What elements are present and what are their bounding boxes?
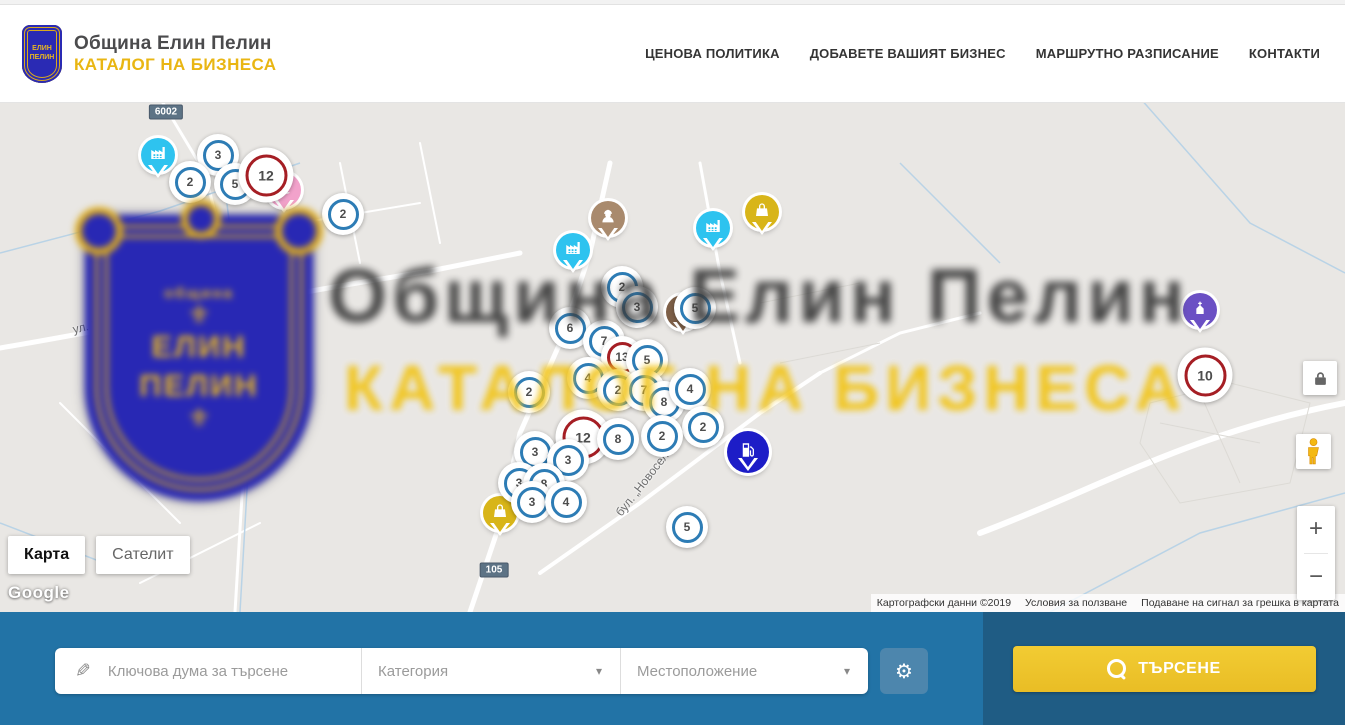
nav-item[interactable]: КОНТАКТИ [1249,46,1320,61]
cluster-count: 5 [680,293,711,324]
pegman-icon [1306,438,1321,465]
bag-icon [754,202,770,223]
map-cluster-marker[interactable]: 4 [669,368,711,410]
map-type-satellite-button[interactable]: Сателит [96,536,189,574]
chevron-down-icon: ▾ [596,664,602,678]
chevron-down-icon: ▾ [844,664,850,678]
bag-pin[interactable] [745,195,779,229]
cluster-count: 2 [328,199,359,230]
map-cluster-marker[interactable]: 2 [682,406,724,448]
magnifier-icon [1107,659,1126,678]
keyword-field: ✎ [55,648,361,694]
brand-text: Община Елин Пелин КАТАЛОГ НА БИЗНЕСА [74,33,276,74]
lock-icon [1314,371,1327,386]
cluster-count: 2 [647,421,678,452]
zoom-out-button[interactable]: − [1297,554,1335,601]
factory-icon [704,217,722,240]
nav-item[interactable]: ЦЕНОВА ПОЛИТИКА [645,46,780,61]
nav-item[interactable]: МАРШРУТНО РАЗПИСАНИЕ [1036,46,1219,61]
cluster-count: 2 [688,412,719,443]
brand[interactable]: ЕЛИН ПЕЛИН Община Елин Пелин КАТАЛОГ НА … [22,25,276,83]
pegman-control[interactable] [1296,434,1331,469]
map-data-notice: Картографски данни ©2019 [877,597,1011,609]
search-bar: ТЪРСЕНЕ ✎ Категория ▾ Местоположение ▾ ⚙ [0,612,1345,725]
search-button[interactable]: ТЪРСЕНЕ [1013,646,1316,692]
worker-icon [599,207,617,230]
municipality-logo: ЕЛИН ПЕЛИН [22,25,62,83]
map-cluster-marker[interactable]: 2 [508,371,550,413]
map-type-control: Карта Сателит [8,536,190,574]
cluster-count: 12 [245,154,287,196]
search-fields: ✎ Категория ▾ Местоположение ▾ [55,648,868,694]
map-cluster-marker[interactable]: 2 [169,161,211,203]
cluster-count: 8 [603,424,634,455]
cluster-count: 4 [675,374,706,405]
map-cluster-marker[interactable]: 5 [674,287,716,329]
map-cluster-marker[interactable]: 10 [1178,348,1233,403]
fuel-icon [739,441,757,464]
worker-pin[interactable] [591,201,625,235]
map-cluster-marker[interactable]: 2 [322,193,364,235]
cluster-count: 10 [1184,354,1226,396]
map-cluster-marker[interactable]: 8 [597,418,639,460]
fuel-pin[interactable] [727,431,769,473]
map-cluster-marker[interactable]: 5 [666,506,708,548]
church-pin[interactable] [1183,293,1217,327]
church-icon [1192,300,1208,321]
cluster-count: 4 [551,487,582,518]
map-cluster-marker[interactable]: 4 [545,481,587,523]
bag-icon [492,503,508,524]
site-subtitle: КАТАЛОГ НА БИЗНЕСА [74,55,276,75]
factory-pin[interactable] [696,211,730,245]
factory-pin[interactable] [141,138,175,172]
cluster-count: 5 [672,512,703,543]
logo-line1: ЕЛИН [32,45,52,53]
fullscreen-lock-button[interactable] [1303,361,1337,395]
road-number-badge: 6002 [149,105,183,120]
factory-pin[interactable] [556,233,590,267]
cluster-count: 6 [555,313,586,344]
category-label: Категория [378,663,448,680]
gear-icon: ⚙ [895,659,913,684]
logo-line2: ПЕЛИН [30,54,55,62]
google-logo[interactable]: Google [8,583,70,603]
map-type-map-button[interactable]: Карта [8,536,85,574]
map-cluster-marker[interactable]: 12 [239,148,294,203]
search-button-label: ТЪРСЕНЕ [1138,660,1221,678]
zoom-control: + − [1297,506,1335,600]
site-title: Община Елин Пелин [74,33,276,55]
zoom-in-button[interactable]: + [1297,506,1335,553]
road-number-badge: 105 [480,563,509,578]
nav-item[interactable]: ДОБАВЕТЕ ВАШИЯТ БИЗНЕС [810,46,1006,61]
advanced-settings-button[interactable]: ⚙ [880,648,928,694]
keyword-input[interactable] [106,662,340,681]
header: ЕЛИН ПЕЛИН Община Елин Пелин КАТАЛОГ НА … [0,5,1345,103]
factory-icon [149,144,167,167]
attribution-link[interactable]: Условия за ползване [1025,597,1127,609]
cluster-count: 2 [175,167,206,198]
map-canvas[interactable]: ул. Преславбул. „Новоселци“6002105 32512… [0,103,1345,612]
cluster-count: 2 [514,377,545,408]
map-attribution: Картографски данни ©2019 Условия за ползв… [871,594,1345,612]
map-cluster-marker[interactable]: 3 [616,286,658,328]
location-label: Местоположение [637,663,757,680]
cluster-count: 3 [517,487,548,518]
map-cluster-marker[interactable]: 2 [641,415,683,457]
cluster-count: 3 [622,292,653,323]
category-select[interactable]: Категория ▾ [361,648,620,694]
factory-icon [564,239,582,262]
location-select[interactable]: Местоположение ▾ [620,648,868,694]
main-nav: ЦЕНОВА ПОЛИТИКА ДОБАВЕТЕ ВАШИЯТ БИЗНЕС МАР… [645,46,1320,61]
pencil-icon: ✎ [75,660,91,683]
search-button-panel: ТЪРСЕНЕ [983,612,1345,725]
